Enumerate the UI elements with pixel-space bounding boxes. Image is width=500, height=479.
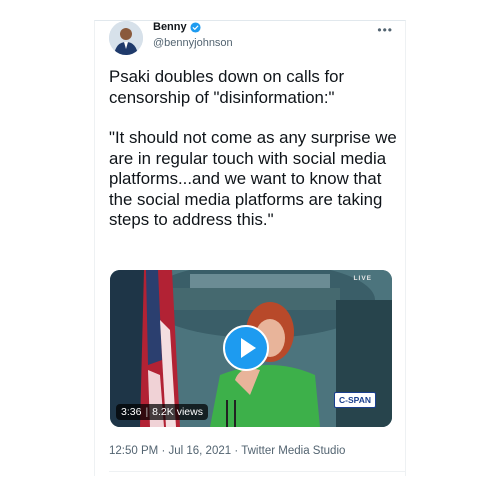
tweet-date[interactable]: Jul 16, 2021 — [168, 445, 231, 457]
play-button[interactable] — [223, 325, 269, 371]
tweet-paragraph: Psaki doubles down on calls for censorsh… — [109, 67, 345, 107]
play-icon — [240, 338, 256, 358]
author-name[interactable]: Benny — [153, 21, 201, 33]
meta-separator: | — [145, 406, 149, 418]
more-options-icon[interactable]: ••• — [377, 23, 393, 37]
tweet-paragraph: "It should not come as any surprise we a… — [109, 128, 397, 229]
author-handle[interactable]: @bennyjohnson — [153, 37, 233, 49]
meta-separator: · — [161, 445, 166, 457]
author-name-text[interactable]: Benny — [153, 21, 187, 33]
video-meta: 3:36 | 8.2K views — [116, 404, 208, 420]
tweet-card: Benny @bennyjohnson ••• Psaki doubles do… — [94, 20, 406, 476]
video-player[interactable]: LIVE C-SPAN 3:36 | 8.2K views — [110, 270, 392, 427]
tweet-text: Psaki doubles down on calls for censorsh… — [109, 67, 399, 231]
tweet-timestamp: 12:50 PM · Jul 16, 2021 · Twitter Media … — [109, 445, 345, 457]
meta-separator: · — [234, 445, 239, 457]
live-label: LIVE — [353, 275, 372, 282]
tweet-time[interactable]: 12:50 PM — [109, 445, 158, 457]
divider — [109, 471, 405, 472]
avatar[interactable] — [109, 21, 143, 55]
tweet-source[interactable]: Twitter Media Studio — [241, 445, 345, 457]
video-duration: 3:36 — [121, 406, 142, 418]
broadcaster-logo: C-SPAN — [334, 392, 376, 408]
video-views: 8.2K views — [152, 406, 203, 418]
verified-badge-icon — [190, 21, 201, 33]
